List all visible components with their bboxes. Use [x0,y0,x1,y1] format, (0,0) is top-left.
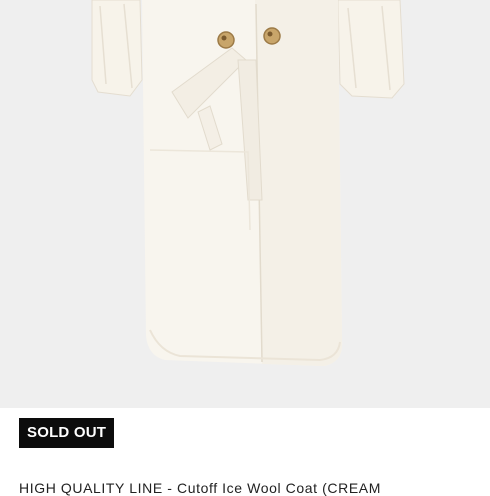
product-title[interactable]: HIGH QUALITY LINE - Cutoff Ice Wool Coat… [19,480,479,496]
coat-illustration [91,0,405,366]
product-image[interactable] [0,0,490,408]
sold-out-badge: SOLD OUT [19,418,115,448]
